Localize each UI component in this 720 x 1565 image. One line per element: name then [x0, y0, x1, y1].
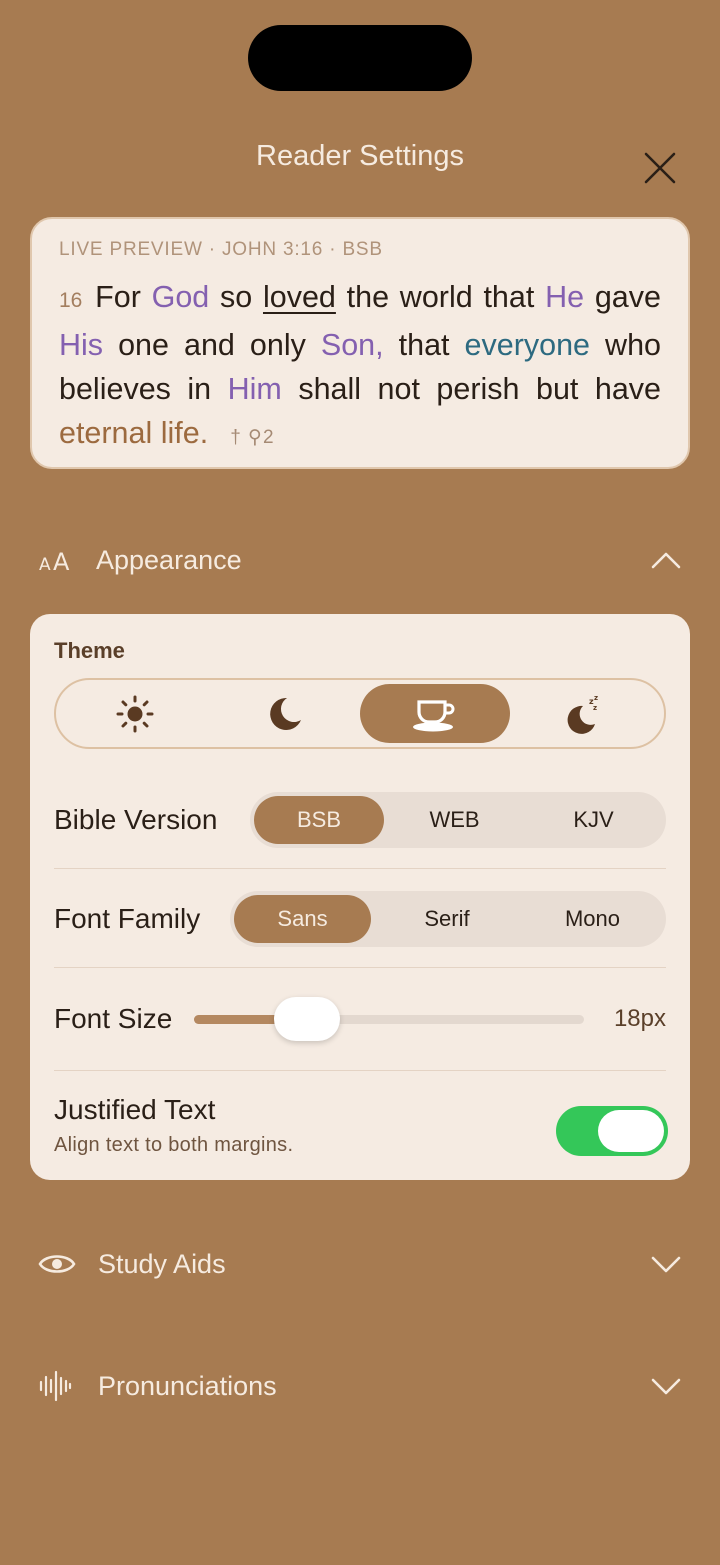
sun-icon [116, 695, 154, 732]
font-size-label: Font Size [54, 1003, 173, 1034]
font-size-slider[interactable] [194, 997, 585, 1041]
font-family-serif[interactable]: Serif [371, 895, 523, 943]
verse-word-everyone[interactable]: everyone [465, 328, 590, 362]
close-icon [644, 152, 676, 184]
page-title: Reader Settings [256, 140, 464, 172]
verse-word-his[interactable]: His [59, 328, 103, 362]
svg-text:A: A [39, 555, 51, 575]
eye-icon [38, 1244, 78, 1284]
verse-word-son[interactable]: Son, [321, 328, 384, 362]
close-button[interactable] [638, 146, 682, 190]
coffee-cup-icon [413, 699, 455, 731]
font-size-row: Font Size 18px [54, 997, 666, 1041]
font-family-sans[interactable]: Sans [234, 895, 371, 943]
font-family-mono[interactable]: Mono [523, 895, 662, 943]
verse-text: so [209, 280, 263, 314]
bible-version-selector: BSB WEB KJV [250, 792, 666, 848]
chevron-down-icon [648, 1246, 684, 1282]
pronunciations-section-header[interactable]: Pronunciations [38, 1356, 684, 1416]
verse-word-him[interactable]: Him [228, 372, 282, 406]
verse-marks[interactable]: † ⚲2 [230, 427, 274, 448]
svg-text:z: z [593, 704, 597, 712]
verse-word-eternal-life[interactable]: eternal life. [59, 416, 208, 450]
dynamic-island [248, 25, 472, 91]
appearance-card: Theme z z z Bible Version BSB WEB KJV Fo… [30, 614, 690, 1180]
waveform-icon [38, 1366, 78, 1406]
verse-text: shall not perish but have [281, 372, 662, 406]
verse-number: 16 [59, 289, 83, 312]
toggle-knob [598, 1110, 664, 1152]
justified-text-row: Justified Text Align text to both margin… [54, 1094, 668, 1166]
font-family-selector: Sans Serif Mono [230, 891, 666, 947]
svg-text:z: z [594, 694, 598, 702]
appearance-label: Appearance [96, 544, 242, 575]
bible-version-web[interactable]: WEB [384, 796, 525, 844]
font-family-row: Font Family Sans Serif Mono [54, 891, 666, 947]
verse-text: For [95, 280, 152, 314]
preview-label: LIVE PREVIEW · JOHN 3:16 · BSB [59, 239, 383, 260]
slider-thumb[interactable] [274, 997, 341, 1041]
preview-verse: 16 For God so loved the world that He ga… [59, 275, 661, 460]
bible-version-kjv[interactable]: KJV [525, 796, 662, 844]
svg-text:A: A [53, 548, 70, 575]
study-aids-section-header[interactable]: Study Aids [38, 1234, 684, 1294]
verse-text: that [383, 328, 465, 362]
theme-label: Theme [54, 638, 125, 663]
font-family-label: Font Family [54, 903, 201, 934]
study-aids-label: Study Aids [98, 1248, 226, 1279]
theme-night-option[interactable]: z z z [510, 684, 660, 743]
justified-text-toggle[interactable] [556, 1106, 668, 1156]
live-preview-card: LIVE PREVIEW · JOHN 3:16 · BSB 16 For Go… [30, 217, 690, 469]
divider [54, 868, 666, 869]
pronunciations-label: Pronunciations [98, 1370, 277, 1401]
chevron-down-icon [648, 1368, 684, 1404]
theme-sepia-option[interactable] [360, 684, 510, 743]
text-size-icon: A A [38, 540, 78, 580]
verse-text: the world that [335, 280, 546, 314]
bible-version-bsb[interactable]: BSB [254, 796, 384, 844]
verse-word-god[interactable]: God [152, 280, 210, 314]
verse-text: one and only [103, 328, 321, 362]
bible-version-label: Bible Version [54, 804, 218, 835]
chevron-up-icon [648, 542, 684, 578]
bible-version-row: Bible Version BSB WEB KJV [54, 792, 666, 848]
divider [54, 1070, 666, 1071]
verse-text: gave [584, 280, 661, 314]
theme-dark-option[interactable] [210, 684, 360, 743]
theme-light-option[interactable] [60, 684, 210, 743]
verse-word-loved[interactable]: loved [263, 280, 336, 314]
verse-word-he[interactable]: He [545, 280, 584, 314]
moon-sleep-icon: z z z [567, 694, 598, 734]
moon-icon [270, 697, 301, 730]
divider [54, 967, 666, 968]
appearance-section-header[interactable]: A A Appearance [38, 530, 684, 590]
theme-selector: z z z [54, 678, 666, 749]
font-size-value: 18px [613, 1005, 666, 1032]
